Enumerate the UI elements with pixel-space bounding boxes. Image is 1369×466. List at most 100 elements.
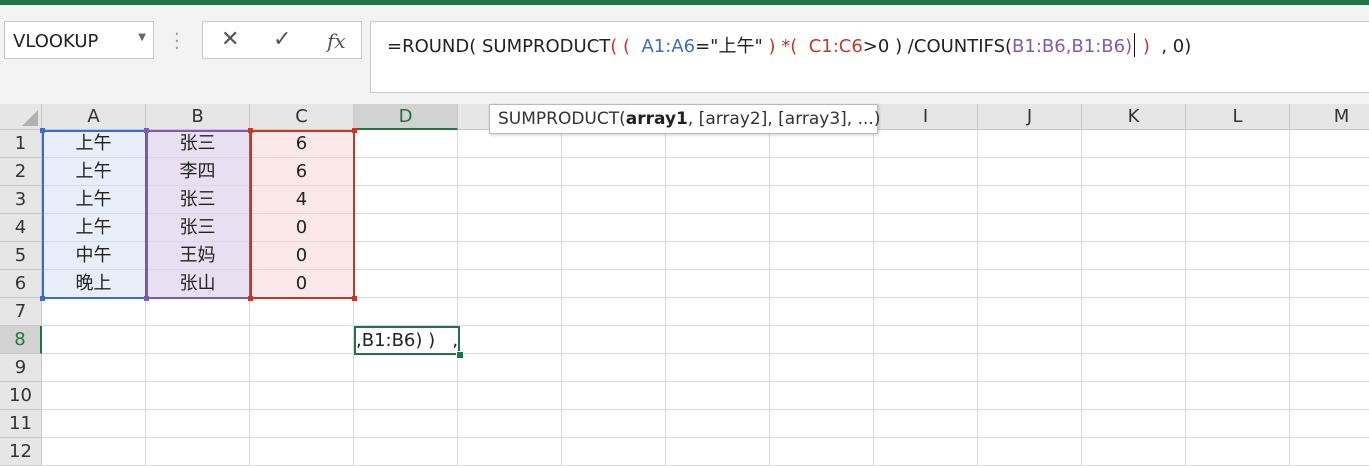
cell-l1[interactable] — [1186, 130, 1290, 158]
cell-h1[interactable] — [770, 130, 874, 158]
cell-c4[interactable]: 0 — [250, 214, 354, 242]
range-handle[interactable] — [248, 128, 253, 133]
cell-a4[interactable]: 上午 — [42, 214, 146, 242]
cell-i10[interactable] — [874, 382, 978, 410]
range-handle[interactable] — [40, 128, 45, 133]
cell-k2[interactable] — [1082, 158, 1186, 186]
cell-j11[interactable] — [978, 410, 1082, 438]
cell-b6[interactable]: 张山 — [146, 270, 250, 298]
cell-j6[interactable] — [978, 270, 1082, 298]
active-cell-d8[interactable]: ,B1:B6) ) , — [354, 326, 460, 355]
cell-e9[interactable] — [458, 354, 562, 382]
cell-l12[interactable] — [1186, 438, 1290, 466]
cell-d4[interactable] — [354, 214, 458, 242]
range-handle[interactable] — [352, 128, 357, 133]
cell-c10[interactable] — [250, 382, 354, 410]
cell-g7[interactable] — [666, 298, 770, 326]
cell-e1[interactable] — [458, 130, 562, 158]
cell-e8[interactable] — [458, 326, 562, 354]
cell-g11[interactable] — [666, 410, 770, 438]
cell-k5[interactable] — [1082, 242, 1186, 270]
cell-l3[interactable] — [1186, 186, 1290, 214]
cell-c9[interactable] — [250, 354, 354, 382]
cell-f12[interactable] — [562, 438, 666, 466]
cell-a6[interactable]: 晚上 — [42, 270, 146, 298]
chevron-down-icon[interactable]: ▼ — [138, 32, 146, 43]
row-header-5[interactable]: 5 — [0, 242, 42, 270]
cell-b1[interactable]: 张三 — [146, 130, 250, 158]
cell-a8[interactable] — [42, 326, 146, 354]
cell-l11[interactable] — [1186, 410, 1290, 438]
cell-d12[interactable] — [354, 438, 458, 466]
cell-i2[interactable] — [874, 158, 978, 186]
cell-a3[interactable]: 上午 — [42, 186, 146, 214]
row-header-4[interactable]: 4 — [0, 214, 42, 242]
row-header-10[interactable]: 10 — [0, 382, 42, 410]
cell-g8[interactable] — [666, 326, 770, 354]
cell-e10[interactable] — [458, 382, 562, 410]
cell-h3[interactable] — [770, 186, 874, 214]
cell-a5[interactable]: 中午 — [42, 242, 146, 270]
cell-a9[interactable] — [42, 354, 146, 382]
cell-g6[interactable] — [666, 270, 770, 298]
cell-i7[interactable] — [874, 298, 978, 326]
column-header-j[interactable]: J — [978, 104, 1082, 130]
cell-l7[interactable] — [1186, 298, 1290, 326]
range-handle[interactable] — [248, 296, 253, 301]
cell-k8[interactable] — [1082, 326, 1186, 354]
cell-f2[interactable] — [562, 158, 666, 186]
cell-m3[interactable] — [1290, 186, 1369, 214]
cell-e4[interactable] — [458, 214, 562, 242]
cell-k12[interactable] — [1082, 438, 1186, 466]
cell-m4[interactable] — [1290, 214, 1369, 242]
cell-g4[interactable] — [666, 214, 770, 242]
cell-f7[interactable] — [562, 298, 666, 326]
cell-k4[interactable] — [1082, 214, 1186, 242]
cell-k9[interactable] — [1082, 354, 1186, 382]
column-header-i[interactable]: I — [874, 104, 978, 130]
row-header-8[interactable]: 8 — [0, 326, 42, 354]
cell-c12[interactable] — [250, 438, 354, 466]
cell-i6[interactable] — [874, 270, 978, 298]
cell-f8[interactable] — [562, 326, 666, 354]
cell-m6[interactable] — [1290, 270, 1369, 298]
column-header-k[interactable]: K — [1082, 104, 1186, 130]
cell-l4[interactable] — [1186, 214, 1290, 242]
column-header-l[interactable]: L — [1186, 104, 1290, 130]
cell-h8[interactable] — [770, 326, 874, 354]
cell-j5[interactable] — [978, 242, 1082, 270]
cell-e7[interactable] — [458, 298, 562, 326]
cell-c6[interactable]: 0 — [250, 270, 354, 298]
cell-k10[interactable] — [1082, 382, 1186, 410]
cell-k1[interactable] — [1082, 130, 1186, 158]
cell-j9[interactable] — [978, 354, 1082, 382]
cell-l5[interactable] — [1186, 242, 1290, 270]
cell-e5[interactable] — [458, 242, 562, 270]
cell-l9[interactable] — [1186, 354, 1290, 382]
cell-i3[interactable] — [874, 186, 978, 214]
drag-handle-icon[interactable]: · · · — [174, 26, 180, 58]
cell-d3[interactable] — [354, 186, 458, 214]
range-handle[interactable] — [144, 296, 149, 301]
column-header-c[interactable]: C — [250, 104, 354, 130]
cell-j12[interactable] — [978, 438, 1082, 466]
range-handle[interactable] — [144, 128, 149, 133]
cell-f1[interactable] — [562, 130, 666, 158]
row-header-6[interactable]: 6 — [0, 270, 42, 298]
cell-m8[interactable] — [1290, 326, 1369, 354]
cell-d2[interactable] — [354, 158, 458, 186]
spreadsheet-grid[interactable]: ABCDEFGHIJKLM1上午张三62上午李四63上午张三44上午张三05中午… — [0, 104, 1369, 466]
cell-f6[interactable] — [562, 270, 666, 298]
cell-c1[interactable]: 6 — [250, 130, 354, 158]
cell-h9[interactable] — [770, 354, 874, 382]
cancel-icon[interactable]: ✕ — [221, 27, 239, 52]
column-header-m[interactable]: M — [1290, 104, 1369, 130]
cell-m12[interactable] — [1290, 438, 1369, 466]
cell-j8[interactable] — [978, 326, 1082, 354]
cell-b3[interactable]: 张三 — [146, 186, 250, 214]
cell-m10[interactable] — [1290, 382, 1369, 410]
cell-f9[interactable] — [562, 354, 666, 382]
cell-b5[interactable]: 王妈 — [146, 242, 250, 270]
cell-c7[interactable] — [250, 298, 354, 326]
range-handle[interactable] — [40, 296, 45, 301]
